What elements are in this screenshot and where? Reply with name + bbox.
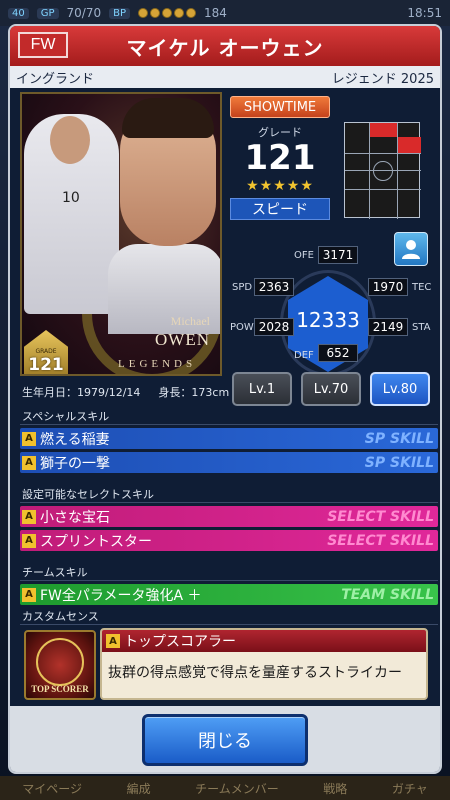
def-label: DEF [294, 350, 314, 361]
custom-sense-heading: カスタムセンス [20, 608, 438, 625]
skill-a-icon: A [22, 533, 36, 548]
team-skill-row[interactable]: A FW全パラメータ強化A ＋ TEAM SKILL [20, 584, 438, 605]
birth-height-line: 生年月日：1979/12/14 身長：173cm [22, 384, 229, 400]
player-type-badge: スピード [230, 198, 330, 220]
sp-skill-row[interactable]: A 獅子の一撃 SP SKILL [20, 452, 438, 473]
spd-label: SPD [232, 282, 253, 293]
sta-label: STA [412, 322, 431, 333]
shirt-number: 10 [62, 190, 80, 206]
select-skill-heading: 設定可能なセレクトスキル [20, 486, 438, 503]
birth-date: 生年月日：1979/12/14 [22, 386, 141, 399]
card-signature-first: Michael [170, 314, 210, 328]
ofe-value: 3171 [318, 246, 358, 264]
ofe-label: OFE [294, 250, 314, 261]
bp-coins-icon [138, 8, 196, 18]
player-name: マイケル オーウェン [126, 35, 324, 60]
title-bar: FW マイケル オーウェン [10, 26, 440, 66]
skill-type-tag: SP SKILL [364, 454, 434, 471]
sense-ring-decor [36, 638, 84, 686]
player-subline: イングランド レジェンド 2025 [10, 66, 440, 88]
skill-name: FW全パラメータ強化A ＋ [40, 587, 202, 604]
player-action-head [50, 116, 90, 164]
nav-item-mypage[interactable]: マイページ [22, 780, 82, 797]
screen: 40 GP 70/70 BP 184 18:51 FW マイケル オーウェン イ… [0, 0, 450, 800]
sta-value: 2149 [368, 318, 408, 336]
sp-skill-row[interactable]: A 燃える稲妻 SP SKILL [20, 428, 438, 449]
gp-label: GP [36, 7, 59, 19]
skill-name: スプリントスター [40, 533, 152, 550]
sense-a-icon: A [106, 634, 120, 648]
status-bar: 40 GP 70/70 BP 184 18:51 [0, 0, 450, 26]
nation-label: イングランド [16, 71, 95, 87]
person-icon [402, 240, 420, 259]
tec-value: 1970 [368, 278, 408, 296]
edition-label: レジェンド 2025 [331, 71, 434, 87]
stamina-value: 70/70 [66, 6, 102, 20]
rarity-stars: ★★★★★ [246, 178, 314, 194]
face-view-button[interactable] [394, 232, 428, 266]
bp-label: BP [109, 7, 130, 19]
skill-type-tag: SELECT SKILL [327, 508, 434, 525]
position-pitch-map [344, 122, 421, 219]
grade-value: 121 [244, 138, 316, 178]
skill-a-icon: A [22, 587, 36, 602]
sense-title: トップスコアラー [124, 634, 236, 650]
player-portrait-hair [122, 98, 214, 138]
skill-type-tag: SP SKILL [364, 430, 434, 447]
tec-label: TEC [412, 282, 432, 293]
nav-item-strategy[interactable]: 戦略 [323, 780, 347, 797]
close-button[interactable]: 閉じる [142, 714, 308, 766]
showtime-badge: SHOWTIME [230, 96, 330, 118]
skill-name: 燃える稲妻 [40, 431, 110, 448]
level-badge: 40 [8, 7, 29, 19]
player-card-image[interactable]: 10 Michael OWEN LEGENDS GRADE 121 [20, 92, 222, 376]
card-grade-badge: GRADE 121 [24, 330, 68, 375]
skill-a-icon: A [22, 455, 36, 470]
special-skill-heading: スペシャルスキル [20, 408, 438, 425]
skill-name: 獅子の一撃 [40, 455, 110, 472]
level-80-button[interactable]: Lv.80 [370, 372, 430, 406]
sense-description: 抜群の得点感覚で得点を量産するストライカー [108, 665, 402, 681]
sense-title-bar: A トップスコアラー [102, 630, 426, 652]
player-detail-modal: FW マイケル オーウェン イングランド レジェンド 2025 10 Micha… [8, 24, 442, 774]
skill-name: 小さな宝石 [40, 509, 110, 526]
def-value: 652 [318, 344, 358, 362]
skill-type-tag: SELECT SKILL [327, 532, 434, 549]
nav-item-formation[interactable]: 編成 [127, 780, 151, 797]
level-1-button[interactable]: Lv.1 [232, 372, 292, 406]
pow-label: POW [230, 322, 254, 333]
position-badge: FW [18, 32, 68, 58]
bottom-nav: マイページ 編成 チームメンバー 戦略 ガチャ [0, 776, 450, 800]
card-signature-last: OWEN [155, 330, 210, 349]
select-skill-row[interactable]: A 小さな宝石 SELECT SKILL [20, 506, 438, 527]
skill-a-icon: A [22, 431, 36, 446]
skill-type-tag: TEAM SKILL [341, 586, 434, 603]
team-skill-heading: チームスキル [20, 564, 438, 581]
height: 身長：173cm [158, 386, 230, 399]
sense-detail: A トップスコアラー 抜群の得点感覚で得点を量産するストライカー [100, 628, 428, 700]
select-skill-row[interactable]: A スプリントスター SELECT SKILL [20, 530, 438, 551]
nav-item-gacha[interactable]: ガチャ [392, 780, 428, 797]
card-grade-value: 121 [28, 355, 64, 375]
spd-value: 2363 [254, 278, 294, 296]
nav-item-team-members[interactable]: チームメンバー [195, 780, 279, 797]
sense-image-label: TOP SCORER [31, 684, 89, 694]
card-series-label: LEGENDS [118, 358, 197, 370]
pow-value: 2028 [254, 318, 294, 336]
level-70-button[interactable]: Lv.70 [301, 372, 361, 406]
sense-image[interactable]: TOP SCORER [24, 630, 96, 700]
modal-footer: 閉じる [10, 706, 440, 772]
clock: 18:51 [407, 6, 442, 20]
card-grade-caption: GRADE [35, 348, 57, 355]
gem-count: 184 [204, 6, 227, 20]
skill-a-icon: A [22, 509, 36, 524]
